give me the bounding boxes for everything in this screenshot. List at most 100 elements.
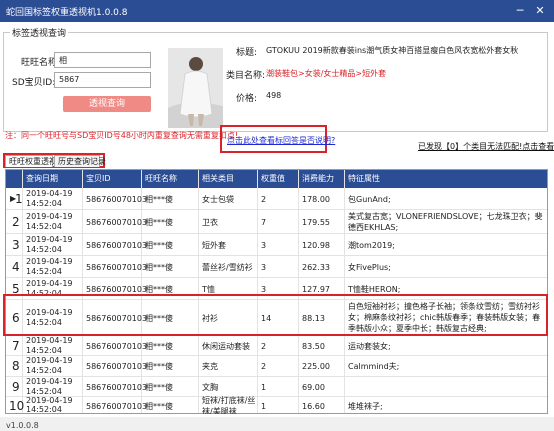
cell-wangwang: 相***傻 — [145, 263, 173, 272]
table-row[interactable]: ▶ 1 2019-04-19 14:52:04 586760070103 相**… — [6, 188, 547, 210]
cell-wangwang: 相***傻 — [145, 218, 173, 227]
table-row[interactable]: 10 2019-04-19 14:52:04 586760070103 相***… — [6, 396, 547, 414]
col-wangwang[interactable]: 旺旺名称 — [145, 173, 177, 184]
version-label: v1.0.0.8 — [6, 421, 39, 430]
cell-item-id: 586760070103 — [86, 195, 148, 204]
cell-item-id: 586760070103 — [86, 241, 148, 250]
tab-weight-view[interactable]: 旺旺权重透视 — [5, 155, 57, 167]
cell-weight: 2 — [261, 195, 267, 204]
row-index: 4 — [12, 260, 20, 274]
cell-spend: 83.50 — [302, 342, 325, 351]
tab-history[interactable]: 历史查询记录 — [54, 155, 106, 167]
cell-attributes: 堆堆袜子; — [348, 402, 383, 411]
cell-attributes: Calmmind夫; — [348, 362, 400, 371]
query-group-title: 标签透视查询 — [10, 26, 69, 39]
query-button[interactable]: 透视查询 — [63, 96, 151, 112]
close-icon[interactable]: ✕ — [532, 3, 548, 19]
cell-item-id: 586760070103 — [86, 342, 148, 351]
cell-item-id: 586760070103 — [86, 402, 148, 411]
table-header: 查询日期 宝贝ID 旺旺名称 相关类目 权重值 消费能力 特征属性 — [6, 170, 547, 188]
table-row[interactable]: 4 2019-04-19 14:52:04 586760070103 相***傻… — [6, 256, 547, 278]
window-title: 蛇回国标签权重透视机1.0.0.8 — [6, 8, 128, 18]
cell-wangwang: 相***傻 — [145, 342, 173, 351]
row-index: 2 — [12, 215, 20, 229]
cell-category: 夹克 — [202, 362, 218, 371]
cell-category: 短袜/打底袜/丝袜/美腿袜 — [202, 396, 256, 414]
cell-spend: 16.60 — [302, 402, 325, 411]
category-label: 类目名称: — [226, 71, 266, 81]
title-label: 标题: — [236, 48, 258, 58]
cell-weight: 2 — [261, 362, 267, 371]
reference-highlight: 点击此处查看标回答是否说明? — [220, 125, 335, 153]
col-attributes[interactable]: 特征属性 — [348, 173, 380, 184]
cell-category: 文胸 — [202, 383, 218, 392]
unmatched-categories-link[interactable]: 已发现【0】个类目无法匹配!点击查看 — [418, 141, 554, 152]
cell-spend: 179.55 — [302, 218, 330, 227]
cell-item-id: 586760070103 — [86, 362, 148, 371]
cell-weight: 3 — [261, 241, 267, 250]
cell-spend: 262.33 — [302, 263, 330, 272]
cell-attributes: 运动套装女; — [348, 342, 391, 351]
cell-weight: 1 — [261, 402, 267, 411]
cell-time: 14:52:04 — [26, 405, 62, 414]
cell-spend: 225.00 — [302, 362, 330, 371]
table-row[interactable]: 9 2019-04-19 14:52:04 586760070103 相***傻… — [6, 377, 547, 397]
cell-category: 卫衣 — [202, 218, 218, 227]
row-index: 10 — [9, 399, 25, 413]
row-index: 9 — [12, 380, 20, 394]
col-item-id[interactable]: 宝贝ID — [86, 173, 111, 184]
cell-weight: 1 — [261, 383, 267, 392]
cell-time: 14:52:04 — [26, 222, 62, 231]
table-row[interactable]: 7 2019-04-19 14:52:04 586760070103 相***傻… — [6, 336, 547, 356]
table-row[interactable]: 2 2019-04-19 14:52:04 586760070103 相***傻… — [6, 210, 547, 234]
cell-category: 短外套 — [202, 241, 226, 250]
cell-spend: 120.98 — [302, 241, 330, 250]
row-index: 7 — [12, 339, 20, 353]
cell-time: 14:52:04 — [26, 245, 62, 254]
cell-wangwang: 相***傻 — [145, 362, 173, 371]
sd-id-input[interactable]: 5867 — [54, 72, 151, 88]
cell-wangwang: 相***傻 — [145, 383, 173, 392]
reference-link[interactable]: 点击此处查看标回答是否说明? — [227, 135, 335, 146]
main-content: 标签透视查询 旺旺名称: 相 SD宝贝ID: 5867 透视查询 标题: GTO… — [0, 22, 554, 417]
cell-weight: 3 — [261, 263, 267, 272]
cell-time: 14:52:04 — [26, 199, 62, 208]
col-weight[interactable]: 权重值 — [261, 173, 285, 184]
col-category[interactable]: 相关类目 — [202, 173, 234, 184]
cell-wangwang: 相***傻 — [145, 195, 173, 204]
col-date[interactable]: 查询日期 — [26, 173, 58, 184]
query-groupbox: 标签透视查询 旺旺名称: 相 SD宝贝ID: 5867 透视查询 标题: GTO… — [3, 26, 548, 132]
wangwang-input[interactable]: 相 — [54, 52, 151, 68]
sd-id-label: SD宝贝ID: — [12, 78, 56, 88]
query-tip: 注：同一个旺旺号与SD宝贝ID号48小时内重复查询无需重复扣点! — [5, 131, 239, 140]
row-highlight — [3, 294, 548, 336]
price-label: 价格: — [236, 94, 258, 104]
cell-spend: 178.00 — [302, 195, 330, 204]
table-row[interactable]: 3 2019-04-19 14:52:04 586760070103 相***傻… — [6, 234, 547, 256]
minimize-icon[interactable]: ─ — [512, 3, 528, 19]
cell-wangwang: 相***傻 — [145, 241, 173, 250]
product-thumbnail — [168, 48, 223, 128]
cell-wangwang: 相***傻 — [145, 402, 173, 411]
results-table: 查询日期 宝贝ID 旺旺名称 相关类目 权重值 消费能力 特征属性 ▶ 1 20… — [5, 169, 548, 414]
price-value: 498 — [266, 91, 282, 100]
cell-category: 女士包袋 — [202, 195, 234, 204]
cell-time: 14:52:04 — [26, 267, 62, 276]
cell-time: 14:52:04 — [26, 366, 62, 375]
title-bar: 蛇回国标签权重透视机1.0.0.8 ─ ✕ — [0, 0, 554, 22]
cell-item-id: 586760070103 — [86, 383, 148, 392]
cell-attributes: 包GunAnd; — [348, 195, 391, 204]
cell-attributes: 女FivePlus; — [348, 263, 391, 272]
cell-category: 蕾丝衫/雪纺衫 — [202, 263, 253, 272]
cell-attributes: 潮tom2019; — [348, 241, 395, 250]
row-index: 3 — [12, 238, 20, 252]
cell-category: 休闲运动套装 — [202, 342, 250, 351]
cell-attributes: 美式复古宽；VLONEFRIENDSLOVE；七龙珠卫衣；斐德西EKHLAS; — [348, 212, 543, 232]
cell-weight: 2 — [261, 342, 267, 351]
cell-weight: 7 — [261, 218, 267, 227]
cell-item-id: 586760070103 — [86, 218, 148, 227]
cell-item-id: 586760070103 — [86, 263, 148, 272]
col-spend[interactable]: 消费能力 — [302, 173, 334, 184]
category-value: 潮装鞋包>女装/女士精品>短外套 — [266, 69, 387, 78]
table-row[interactable]: 8 2019-04-19 14:52:04 586760070103 相***傻… — [6, 356, 547, 377]
